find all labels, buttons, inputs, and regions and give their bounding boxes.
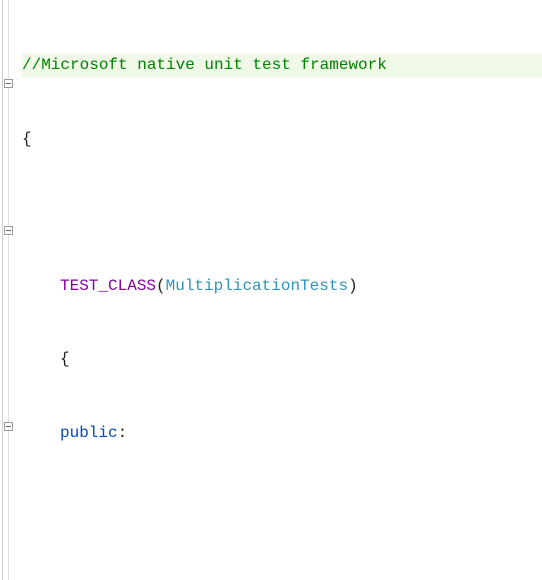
test-class-macro: TEST_CLASS: [60, 277, 156, 295]
fold-toggle-icon[interactable]: [4, 226, 13, 235]
public-keyword: public: [60, 424, 118, 442]
paren: (: [156, 277, 166, 295]
code-area[interactable]: //Microsoft native unit test framework {…: [18, 0, 542, 580]
paren: ): [348, 277, 358, 295]
fold-toggle-icon[interactable]: [4, 422, 13, 431]
comment-text: //Microsoft native unit test framework: [22, 56, 387, 74]
class-name: MultiplicationTests: [166, 277, 348, 295]
fold-gutter: [0, 0, 18, 580]
fold-toggle-icon[interactable]: [4, 79, 13, 88]
code-editor[interactable]: //Microsoft native unit test framework {…: [0, 0, 542, 580]
brace: {: [22, 130, 32, 148]
brace: {: [60, 350, 70, 368]
colon: :: [118, 424, 128, 442]
